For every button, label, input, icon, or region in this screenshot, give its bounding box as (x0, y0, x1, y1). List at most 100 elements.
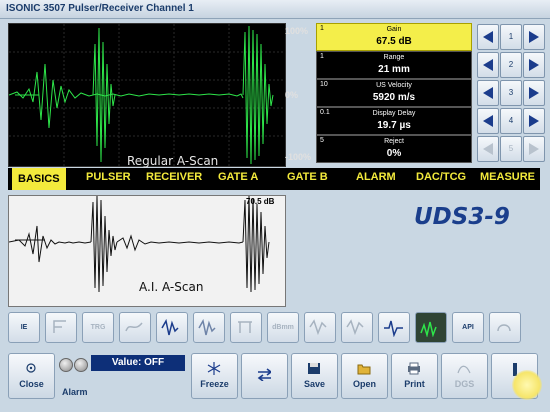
gate-tool-button[interactable] (230, 312, 262, 343)
ai-db-label: 70.5 dB (246, 197, 275, 206)
tab-measure[interactable]: MEASURE (480, 171, 535, 183)
param-2-increase-button[interactable] (523, 52, 545, 78)
menu-tab-bar: BASICS PULSER RECEIVER GATE A GATE B ALA… (8, 168, 540, 190)
ai-ascan-display: 70.5 dB A.I. A-Scan (8, 195, 286, 307)
param-1-number-button[interactable]: 1 (500, 24, 522, 50)
integral-tool-button[interactable] (45, 312, 77, 343)
regular-ascan-plot (9, 24, 285, 166)
integral-icon (53, 320, 66, 333)
dgs-label: DGS (454, 379, 475, 389)
tab-basics[interactable]: BASICS (12, 168, 66, 190)
dgs-button[interactable]: DGS (441, 353, 488, 399)
param-reject[interactable]: 5 Reject 0% (316, 135, 472, 163)
param-label: Display Delay (372, 110, 416, 117)
tab-gate-a[interactable]: GATE A (218, 171, 258, 183)
lyfe-tool-button[interactable] (119, 312, 151, 343)
probe-icon (497, 324, 511, 332)
param-1-decrease-button[interactable] (477, 24, 499, 50)
param-label: Range (383, 54, 405, 61)
param-value: 0% (386, 148, 402, 159)
floppy-disk-icon (308, 363, 320, 374)
swap-arrows-icon (257, 368, 271, 381)
swap-button[interactable] (241, 353, 288, 399)
rf-waveform-icon (384, 320, 403, 337)
open-button[interactable]: Open (341, 353, 388, 399)
param-1-increase-button[interactable] (523, 24, 545, 50)
param-3-number-button[interactable]: 3 (500, 80, 522, 106)
param-4-decrease-button[interactable] (477, 108, 499, 134)
alarm-led-2 (74, 358, 88, 372)
ie-tool-button[interactable]: IE (8, 312, 40, 343)
param-range[interactable]: 1 Range 21 mm (316, 51, 472, 79)
param-5-increase-button[interactable] (523, 136, 545, 162)
param-4-number-button[interactable]: 4 (500, 108, 522, 134)
rf-tool-button[interactable] (378, 312, 410, 343)
tab-pulser[interactable]: PULSER (86, 171, 131, 183)
param-3-increase-button[interactable] (523, 80, 545, 106)
uds-logo: UDS3-9 (414, 204, 510, 230)
waveform-b-tool-button[interactable] (193, 312, 225, 343)
db-mm-tool-button[interactable]: dBmm (267, 312, 299, 343)
wave-icon (346, 319, 364, 335)
save-button[interactable]: Save (291, 353, 338, 399)
save-label: Save (303, 379, 326, 389)
arrow-right-icon (529, 143, 539, 155)
gate-icon (238, 321, 252, 333)
param-us-velocity[interactable]: 10 US Velocity 5920 m/s (316, 79, 472, 107)
ai-tool-button[interactable] (415, 312, 447, 343)
scope-caption: Regular A-Scan (127, 154, 219, 168)
printer-icon (408, 362, 420, 375)
param-2-decrease-button[interactable] (477, 52, 499, 78)
script-icon (125, 322, 143, 332)
tab-dac-tcg[interactable]: DAC/TCG (416, 171, 466, 183)
value-display: Value: OFF (91, 355, 185, 371)
open-label: Open (352, 379, 376, 389)
param-value: 19.7 µs (377, 120, 411, 131)
print-button[interactable]: Print (391, 353, 438, 399)
scope-label-mid: 0% (285, 90, 299, 100)
arrow-left-icon (483, 59, 493, 71)
print-label: Print (404, 379, 425, 389)
tab-alarm[interactable]: ALARM (356, 171, 396, 183)
wave-tool-1-button[interactable] (304, 312, 336, 343)
regular-ascan-display: 100% 0% -100% Regular A-Scan (8, 23, 311, 168)
scope-label-bottom: -100% (285, 152, 312, 162)
snowflake-icon (207, 362, 221, 375)
param-5-decrease-button[interactable] (477, 136, 499, 162)
arrow-right-icon (529, 31, 539, 43)
tab-receiver[interactable]: RECEIVER (146, 171, 202, 183)
param-4-increase-button[interactable] (523, 108, 545, 134)
title-bar: ISONIC 3507 Pulser/Receiver Channel 1 (0, 0, 550, 19)
param-value: 5920 m/s (372, 92, 416, 103)
param-value: 21 mm (378, 64, 410, 75)
arrow-left-icon (483, 87, 493, 99)
param-5-number-button[interactable]: 5 (500, 136, 522, 162)
param-label: Gain (386, 26, 402, 33)
arrow-left-icon (483, 31, 493, 43)
param-label: US Velocity (376, 82, 412, 89)
tab-gate-b[interactable]: GATE B (287, 171, 328, 183)
arrow-left-icon (483, 143, 493, 155)
trg-tool-button[interactable]: TRG (82, 312, 114, 343)
wave-icon (309, 319, 327, 335)
arrow-left-icon (483, 115, 493, 127)
param-3-decrease-button[interactable] (477, 80, 499, 106)
close-label: Close (19, 379, 44, 389)
waveform-a-tool-button[interactable] (156, 312, 188, 343)
param-value: 67.5 dB (376, 36, 412, 47)
wave-tool-2-button[interactable] (341, 312, 373, 343)
close-button[interactable]: Close (8, 353, 55, 399)
ai-scan-caption: A.I. A-Scan (139, 280, 204, 294)
folder-open-icon (357, 364, 371, 375)
arrow-right-icon (529, 59, 539, 71)
param-gain[interactable]: 1 Gain 67.5 dB (316, 23, 472, 51)
freeze-button[interactable]: Freeze (191, 353, 238, 399)
waveform-b-icon (198, 319, 216, 336)
window-title: ISONIC 3507 Pulser/Receiver Channel 1 (6, 3, 194, 14)
param-display-delay[interactable]: 0.1 Display Delay 19.7 µs (316, 107, 472, 135)
probe-tool-button[interactable] (489, 312, 521, 343)
mouse-cursor (512, 370, 542, 400)
close-circle-icon (26, 363, 36, 373)
api-tool-button[interactable]: API (452, 312, 484, 343)
param-2-number-button[interactable]: 2 (500, 52, 522, 78)
